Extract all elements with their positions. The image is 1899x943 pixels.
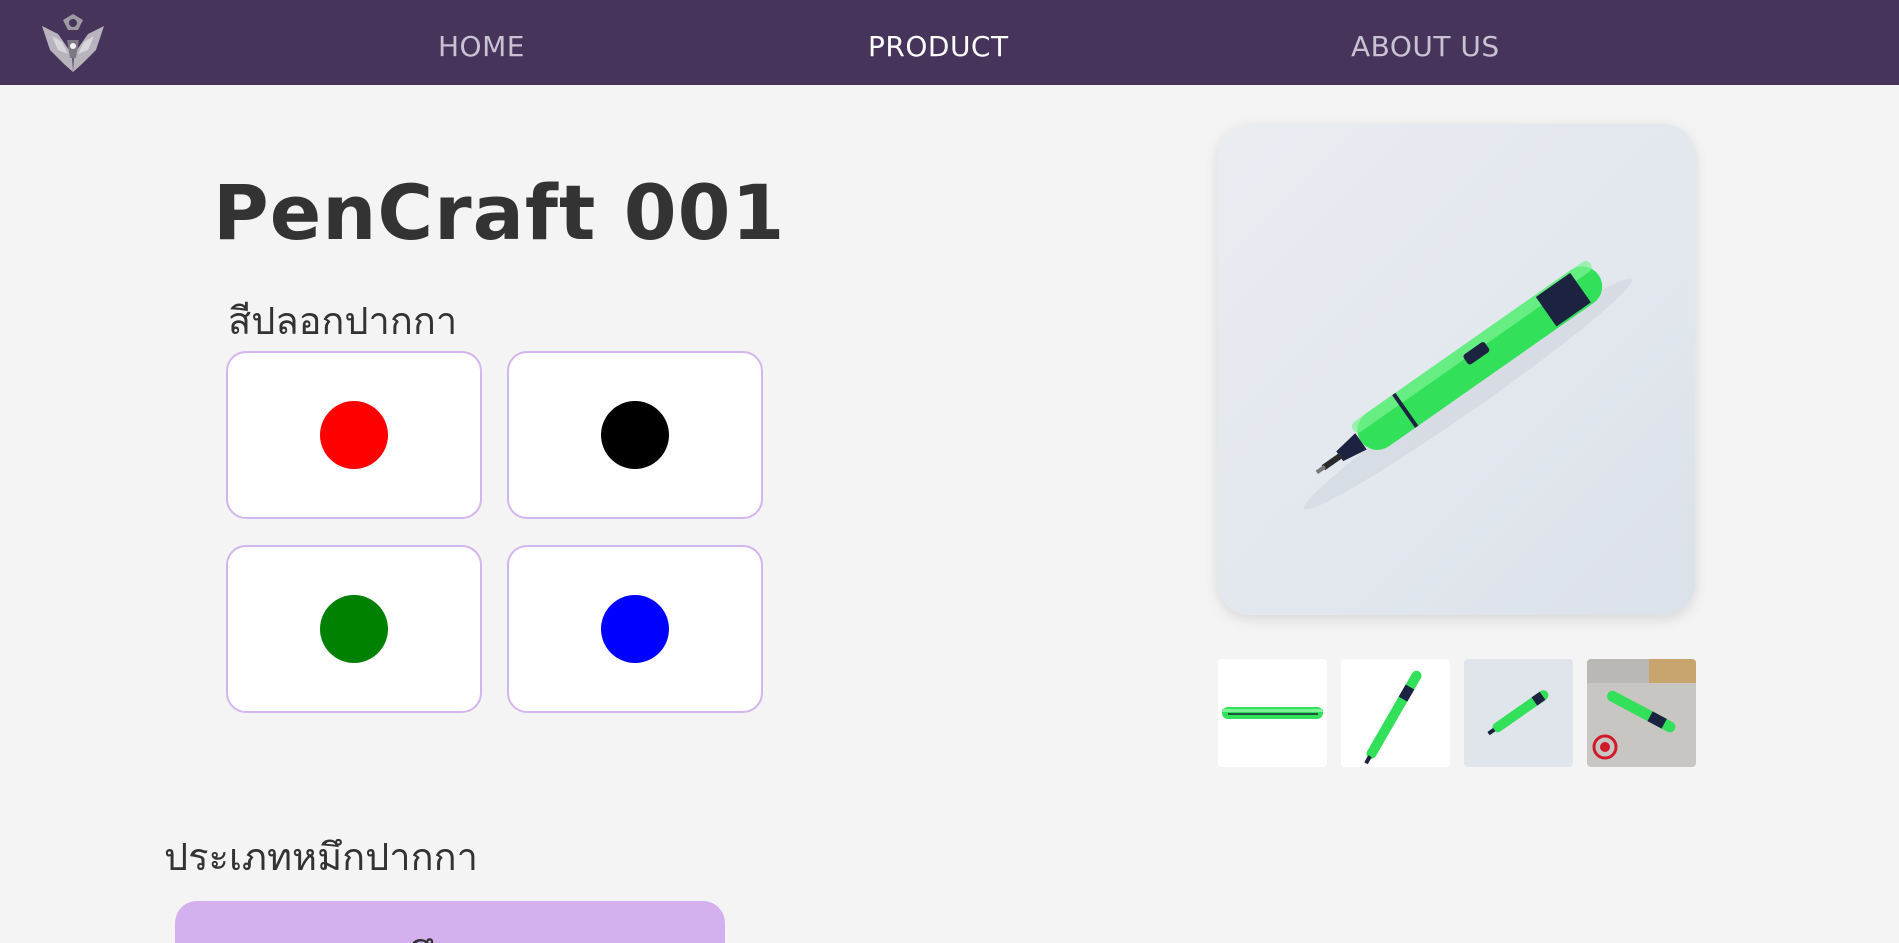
product-title: PenCraft 001 bbox=[213, 168, 786, 257]
color-option-red[interactable] bbox=[226, 351, 482, 519]
thumbnail-pen-side[interactable] bbox=[1218, 659, 1327, 767]
thumbnail-pen-grey[interactable] bbox=[1464, 659, 1573, 767]
green-swatch bbox=[320, 595, 388, 663]
top-navbar: HOME PRODUCT ABOUT US bbox=[0, 0, 1899, 85]
thumbnail-pen-stamp[interactable] bbox=[1587, 659, 1696, 767]
black-swatch bbox=[601, 401, 669, 469]
main-product-image bbox=[1218, 124, 1695, 615]
shield-crest-logo[interactable] bbox=[38, 10, 108, 76]
thumbnail-pen-diagonal[interactable] bbox=[1341, 659, 1450, 767]
red-swatch bbox=[320, 401, 388, 469]
color-option-blue[interactable] bbox=[507, 545, 763, 713]
ink-option-label: หมึกเจล bbox=[175, 925, 725, 943]
color-option-black[interactable] bbox=[507, 351, 763, 519]
blue-swatch bbox=[601, 595, 669, 663]
nav-about-us[interactable]: ABOUT US bbox=[1351, 30, 1500, 63]
color-section-label: สีปลอกปากกา bbox=[228, 299, 458, 343]
color-option-green[interactable] bbox=[226, 545, 482, 713]
nav-product[interactable]: PRODUCT bbox=[868, 30, 1009, 63]
ink-section-label: ประเภทหมึกปากกา bbox=[164, 835, 478, 879]
ink-option-gel-button[interactable]: หมึกเจล bbox=[175, 901, 725, 943]
nav-home[interactable]: HOME bbox=[438, 30, 525, 63]
